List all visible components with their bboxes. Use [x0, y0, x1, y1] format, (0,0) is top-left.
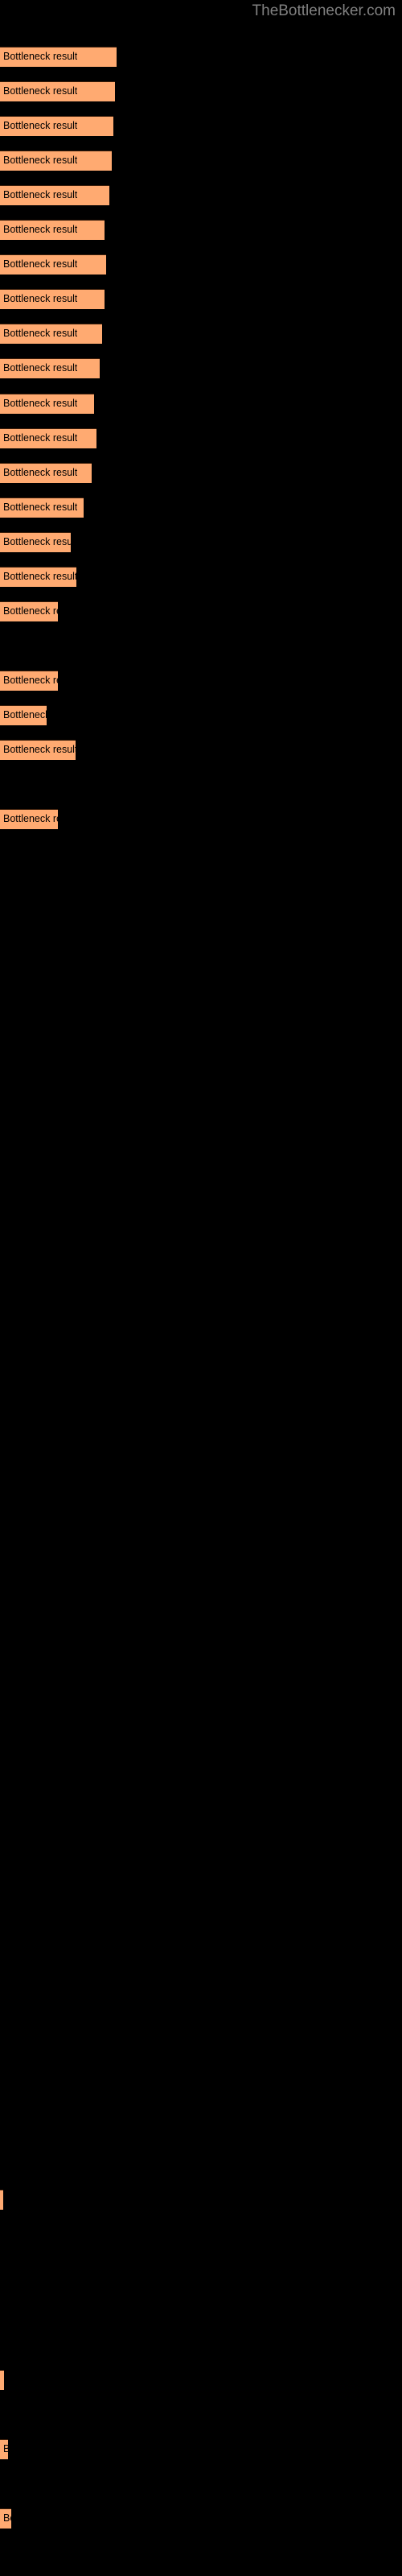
bar-clip: Bottleneck result	[0, 809, 58, 829]
bar-clip: Bottleneck result	[0, 2190, 3, 2210]
bar-rect[interactable]	[0, 185, 109, 205]
bar-clip: Bottleneck result	[0, 220, 105, 240]
bar-clip: Bottleneck result	[0, 2508, 11, 2529]
bar-rect[interactable]	[0, 705, 47, 725]
bar-rect[interactable]	[0, 81, 115, 101]
bar-rect[interactable]	[0, 289, 105, 309]
bar-clip: Bottleneck result	[0, 116, 113, 136]
bar-rect[interactable]	[0, 497, 84, 518]
bar-clip: Bottleneck result	[0, 324, 102, 344]
bar-clip: Bottleneck result	[0, 254, 106, 275]
bar-rect[interactable]	[0, 671, 58, 691]
bar-clip: Bottleneck result	[0, 185, 109, 205]
bar-clip: Bottleneck result	[0, 2370, 4, 2390]
bar-rect[interactable]	[0, 809, 58, 829]
bar-clip: Bottleneck result	[0, 463, 92, 483]
bar-clip: Bottleneck result	[0, 532, 71, 552]
bar-rect[interactable]	[0, 151, 112, 171]
bar-rect[interactable]	[0, 601, 58, 621]
bar-rect[interactable]	[0, 567, 76, 587]
bar-rect[interactable]	[0, 532, 71, 552]
bar-clip: Bottleneck result	[0, 428, 96, 448]
bar-rect[interactable]	[0, 47, 117, 67]
bar-clip: Bottleneck result	[0, 394, 94, 414]
bar-rect[interactable]	[0, 116, 113, 136]
bar-clip: Bottleneck result	[0, 47, 117, 67]
bar-clip: Bottleneck result	[0, 2439, 8, 2459]
bar-rect[interactable]	[0, 2370, 4, 2390]
bar-clip: Bottleneck result	[0, 81, 115, 101]
bar-clip: Bottleneck result	[0, 497, 84, 518]
bar-rect[interactable]	[0, 2508, 11, 2529]
bar-rect[interactable]	[0, 324, 102, 344]
bar-rect[interactable]	[0, 463, 92, 483]
bottleneck-bar-chart: TheBottlenecker.com Bottleneck result Bot…	[0, 0, 402, 2576]
bar-clip: Bottleneck result	[0, 705, 47, 725]
bar-clip: Bottleneck result	[0, 740, 76, 760]
bar-clip: Bottleneck result	[0, 601, 58, 621]
bar-clip: Bottleneck result	[0, 671, 58, 691]
bar-rect[interactable]	[0, 394, 94, 414]
bar-clip: Bottleneck result	[0, 151, 112, 171]
bar-rect[interactable]	[0, 740, 76, 760]
bar-rect[interactable]	[0, 2439, 8, 2459]
bar-rect[interactable]	[0, 254, 106, 275]
bar-series: Bottleneck result Bottleneck result Bottle…	[0, 0, 402, 2576]
bar-rect[interactable]	[0, 358, 100, 378]
bar-rect[interactable]	[0, 2190, 3, 2210]
bar-clip: Bottleneck result	[0, 567, 76, 587]
bar-clip: Bottleneck result	[0, 289, 105, 309]
bar-clip: Bottleneck result	[0, 358, 100, 378]
bar-rect[interactable]	[0, 220, 105, 240]
bar-rect[interactable]	[0, 428, 96, 448]
